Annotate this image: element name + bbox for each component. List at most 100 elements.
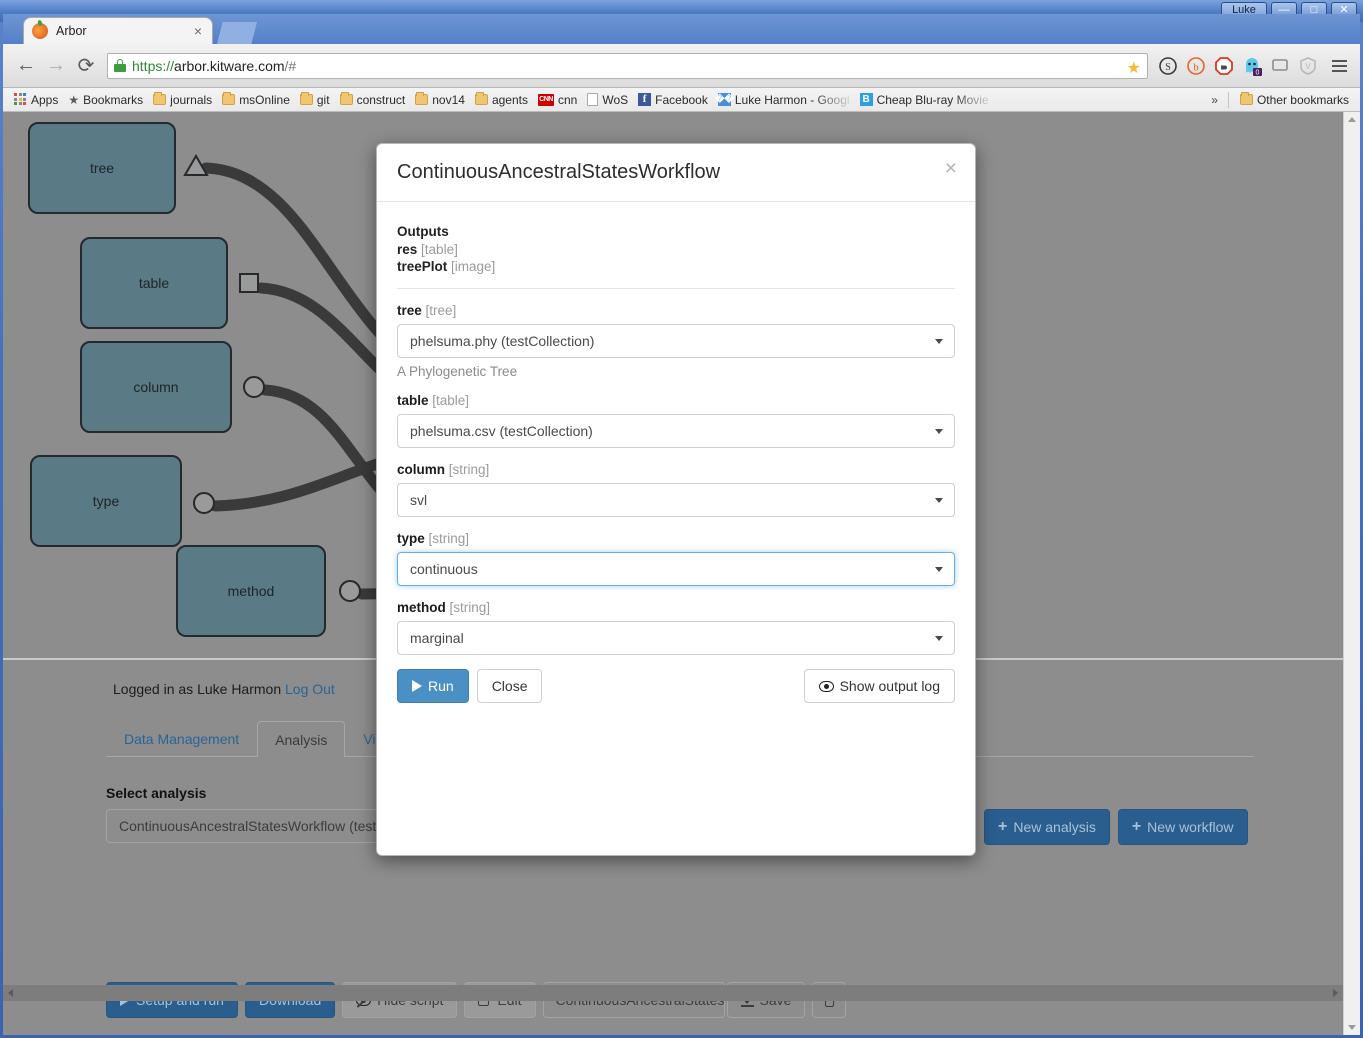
bookmark-apps[interactable]: Apps <box>9 91 63 109</box>
workflow-port-square[interactable] <box>239 273 259 293</box>
method-select-value: marginal <box>410 630 464 646</box>
reload-button[interactable]: ⟳ <box>71 51 101 81</box>
scroll-up-icon[interactable] <box>1348 117 1356 122</box>
folder-icon <box>415 92 429 105</box>
bookmark-other-bookmarks[interactable]: Other bookmarks <box>1235 91 1354 109</box>
ghost-badge-icon[interactable]: 0 <box>1240 54 1264 78</box>
field-type: [tree] <box>425 303 457 318</box>
show-output-log-button[interactable]: Show output log <box>803 669 955 703</box>
workflow-node-column[interactable]: column <box>80 341 232 433</box>
browser-tab-arbor[interactable]: Arbor × <box>23 17 213 44</box>
folder-icon <box>339 92 353 105</box>
modal-footer: Run Close Show output log <box>377 655 975 719</box>
blu-ray-icon: B <box>859 93 873 106</box>
bookmark-luke-harmon-google[interactable]: �� Luke Harmon - Googl <box>713 91 855 109</box>
bookmark-agents[interactable]: agents <box>470 91 533 109</box>
workflow-node-type[interactable]: type <box>30 455 182 547</box>
cast-icon[interactable] <box>1268 54 1292 78</box>
svg-text:b: b <box>1193 61 1199 73</box>
vertical-scrollbar[interactable] <box>1343 112 1360 1035</box>
log-out-link[interactable]: Log Out <box>285 681 335 697</box>
bookmark-label: Cheap Blu-ray Movie <box>876 92 989 107</box>
field-label-column: column [string] <box>397 462 955 477</box>
bookmark-label: msOnline <box>239 92 290 107</box>
workflow-port-circle-method[interactable] <box>339 580 361 602</box>
field-name: table <box>397 393 429 408</box>
workflow-node-method[interactable]: method <box>176 545 326 637</box>
field-group-table: table [table] phelsuma.csv (testCollecti… <box>397 393 955 448</box>
bookmark-star-icon[interactable]: ★ <box>1127 58 1141 78</box>
url-host: arbor.kitware.com <box>174 57 285 74</box>
bookmark-label: Apps <box>31 92 59 107</box>
star-icon: ★ <box>68 92 80 107</box>
run-button[interactable]: Run <box>397 669 469 703</box>
bookmark-facebook[interactable]: f Facebook <box>633 91 713 109</box>
workflow-port-circle-type[interactable] <box>193 492 215 514</box>
folder-icon <box>222 92 236 105</box>
method-select[interactable]: marginal <box>397 621 955 655</box>
bookmark-msonline[interactable]: msOnline <box>217 91 295 109</box>
bookmark-nov14[interactable]: nov14 <box>410 91 470 109</box>
login-status: Logged in as Luke Harmon Log Out <box>113 681 335 697</box>
forward-button[interactable]: → <box>41 51 71 81</box>
modal-body: Outputs res [table] treePlot [image] tre… <box>377 202 975 655</box>
os-window: Luke — □ ✕ Arbor × ← → ⟳ https://arbor.k… <box>0 0 1363 1038</box>
tab-data-management[interactable]: Data Management <box>106 720 257 756</box>
output-type: [table] <box>421 242 458 257</box>
bookmarks-overflow-chevron[interactable]: » <box>1207 93 1222 107</box>
bookmark-label: Facebook <box>655 92 708 107</box>
tab-analysis[interactable]: Analysis <box>257 721 346 757</box>
workflow-port-triangle-outline <box>183 154 209 176</box>
bookmark-label: agents <box>491 92 528 107</box>
type-select[interactable]: continuous <box>397 552 955 586</box>
folder-icon <box>1239 92 1253 105</box>
ghost-badge-count: 0 <box>1256 69 1260 75</box>
bookmark-git[interactable]: git <box>295 91 335 109</box>
scroll-left-icon[interactable] <box>8 989 13 997</box>
adblock-icon[interactable] <box>1212 54 1236 78</box>
field-type: [string] <box>428 531 470 546</box>
shield-icon[interactable]: V <box>1296 54 1320 78</box>
field-type: [table] <box>432 393 470 408</box>
new-analysis-button[interactable]: + New analysis <box>984 809 1110 845</box>
bookmark-cheap-bluray-movie[interactable]: B Cheap Blu-ray Movie <box>855 91 994 109</box>
modal-close-button[interactable]: Close <box>476 669 543 703</box>
browser-toolbar: ← → ⟳ https://arbor.kitware.com/# ★ S b … <box>3 44 1360 88</box>
scroll-down-icon[interactable] <box>1348 1025 1356 1030</box>
google-scholar-icon: �� <box>715 93 734 106</box>
new-tab-button[interactable] <box>217 22 257 44</box>
modal-close-icon[interactable]: × <box>945 158 957 179</box>
modal-header: ContinuousAncestralStatesWorkflow × <box>377 144 975 202</box>
column-select[interactable]: svl <box>397 483 955 517</box>
scroll-right-icon[interactable] <box>1333 989 1338 997</box>
close-icon[interactable]: × <box>192 23 204 39</box>
new-workflow-button[interactable]: + New workflow <box>1117 809 1248 845</box>
workflow-node-tree[interactable]: tree <box>28 122 176 214</box>
bookmark-construct[interactable]: construct <box>335 91 411 109</box>
new-analysis-label: New analysis <box>1013 819 1096 835</box>
ghostery-icon[interactable]: S <box>1156 54 1180 78</box>
bookmark-bookmarks[interactable]: ★ Bookmarks <box>63 91 148 109</box>
workflow-port-circle-column[interactable] <box>243 376 265 398</box>
bookmark-cnn[interactable]: CNN cnn <box>533 91 582 109</box>
svg-text:V: V <box>1305 62 1311 71</box>
page-viewport: tree table column type method Logged in … <box>3 112 1360 1035</box>
browser-tab-title: Arbor <box>56 24 87 38</box>
bookmark-label: construct <box>356 92 406 107</box>
back-button[interactable]: ← <box>11 51 41 81</box>
table-select[interactable]: phelsuma.csv (testCollection) <box>397 414 955 448</box>
hamburger-menu-icon[interactable] <box>1326 53 1352 79</box>
bookmarks-bar: Apps ★ Bookmarks journals msOnline git c… <box>3 88 1360 112</box>
address-bar[interactable]: https://arbor.kitware.com/# ★ <box>107 52 1148 79</box>
tree-select[interactable]: phelsuma.phy (testCollection) <box>397 324 955 358</box>
bookmark-journals[interactable]: journals <box>148 91 217 109</box>
horizontal-scrollbar[interactable] <box>3 985 1343 1001</box>
bookmark-wos[interactable]: WoS <box>582 91 633 109</box>
bitly-icon[interactable]: b <box>1184 54 1208 78</box>
workflow-node-table[interactable]: table <box>80 237 228 329</box>
output-row-res: res [table] <box>397 242 955 257</box>
field-type: [string] <box>448 462 490 477</box>
field-label-method: method [string] <box>397 600 955 615</box>
field-name: method <box>397 600 446 615</box>
output-name: treePlot <box>397 259 448 274</box>
